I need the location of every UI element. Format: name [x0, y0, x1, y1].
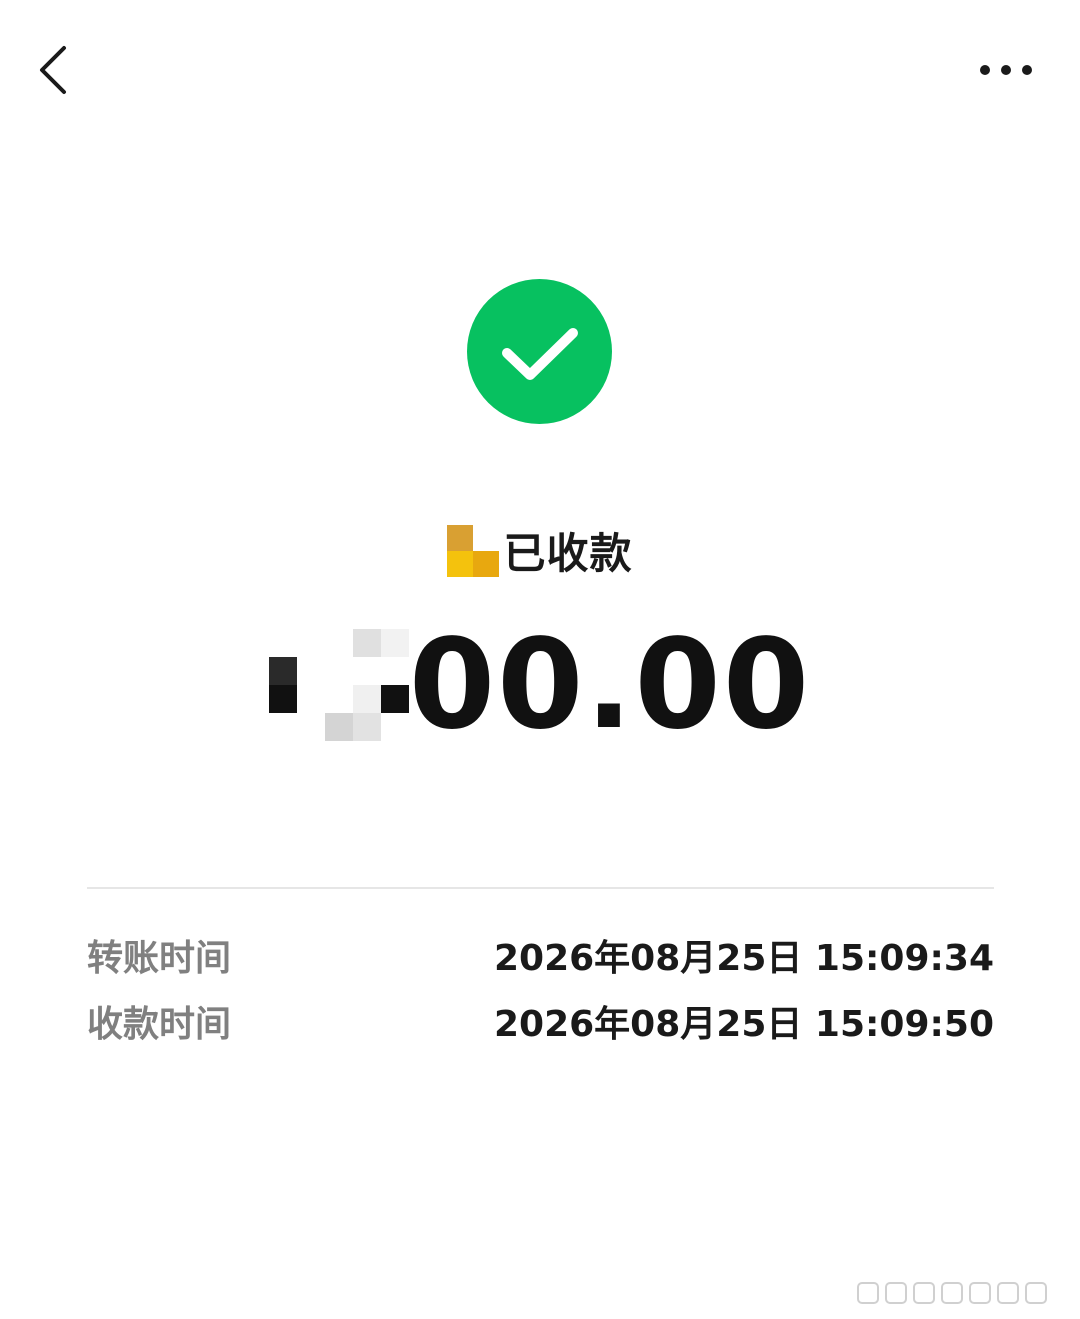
amount-display: 00.00	[0, 615, 1080, 755]
chevron-left-icon	[40, 46, 66, 94]
pixelated-mosaic	[268, 629, 409, 741]
payment-status: 已收款	[0, 520, 1080, 580]
receive-time-label: 收款时间	[87, 1004, 232, 1045]
back-button[interactable]	[30, 40, 78, 100]
more-options-button[interactable]	[976, 50, 1036, 90]
divider	[87, 887, 994, 889]
detail-row-transfer-time: 转账时间 2026年08月25日 15:09:34	[87, 930, 994, 980]
check-circle-icon	[467, 279, 612, 424]
top-bar	[0, 0, 1080, 140]
status-text: 已收款	[503, 529, 633, 578]
more-dots-icon	[980, 65, 1032, 75]
transfer-time-value: 2026年08月25日 15:09:34	[493, 938, 994, 979]
pixelated-mosaic	[447, 524, 500, 577]
receive-time-value: 2026年08月25日 15:09:50	[493, 1004, 994, 1045]
transfer-time-label: 转账时间	[87, 938, 232, 979]
amount-text: 00.00	[408, 613, 812, 757]
detail-row-receive-time: 收款时间 2026年08月25日 15:09:50	[87, 996, 994, 1046]
watermark-logo	[856, 1277, 1066, 1309]
